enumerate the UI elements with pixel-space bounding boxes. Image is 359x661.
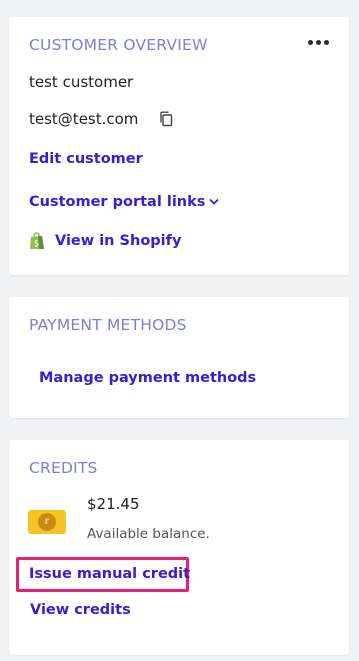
manage-payment-methods-link[interactable]: Manage payment methods	[39, 370, 256, 386]
customer-portal-links-dropdown[interactable]: Customer portal links	[29, 194, 220, 210]
customer-portal-links-label: Customer portal links	[29, 194, 206, 210]
customer-email: test@test.com	[29, 110, 139, 128]
chevron-down-icon	[209, 198, 220, 205]
customer-name: test customer	[29, 73, 134, 91]
edit-customer-link[interactable]: Edit customer	[29, 151, 143, 167]
credit-balance-amount: $21.45	[87, 495, 140, 513]
credit-balance-caption: Available balance.	[87, 526, 210, 542]
payment-methods-title: PAYMENT METHODS	[29, 316, 187, 334]
credit-coin-icon: r	[28, 510, 66, 534]
credits-title: CREDITS	[29, 459, 98, 477]
shopify-bag-icon	[30, 232, 44, 249]
copy-icon[interactable]	[159, 111, 173, 127]
customer-overview-title: CUSTOMER OVERVIEW	[29, 36, 208, 54]
more-horizontal-icon[interactable]	[308, 40, 329, 45]
view-credits-link[interactable]: View credits	[30, 602, 131, 618]
issue-manual-credit-link[interactable]: Issue manual credit	[29, 566, 190, 582]
view-in-shopify-link[interactable]: View in Shopify	[55, 233, 181, 249]
